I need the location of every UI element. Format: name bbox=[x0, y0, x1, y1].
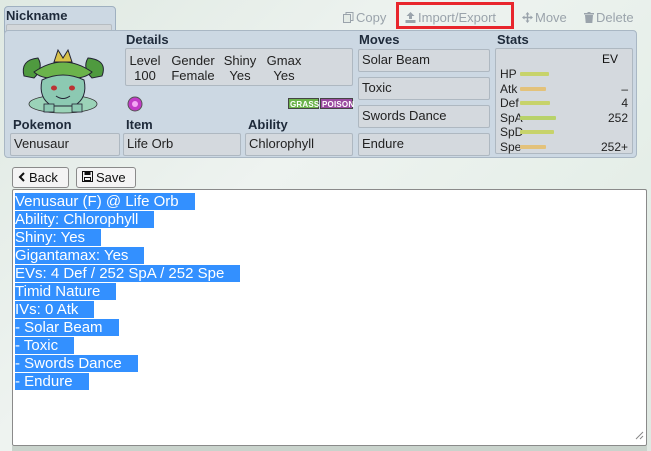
shiny-label: Shiny bbox=[223, 53, 257, 68]
gmax-label: Gmax bbox=[266, 53, 302, 68]
copy-label: Copy bbox=[356, 9, 387, 25]
export-text-line-content: Gigantamax: Yes bbox=[15, 247, 145, 264]
export-text-line-content: IVs: 0 Atk bbox=[15, 301, 95, 318]
stat-bar-1 bbox=[520, 86, 546, 91]
stat-ev-2: 4 bbox=[621, 96, 628, 110]
gender-value: Female bbox=[171, 68, 215, 83]
export-text-line: IVs: 0 Atk bbox=[15, 301, 644, 319]
back-button[interactable]: Back bbox=[12, 167, 69, 188]
save-label: Save bbox=[96, 170, 126, 185]
move-field-1[interactable]: Solar Beam bbox=[358, 49, 490, 72]
export-text-line: - Solar Beam bbox=[15, 319, 644, 337]
type-badge-poison: POISON bbox=[320, 98, 355, 109]
move-button[interactable]: Move bbox=[522, 8, 567, 26]
move-field-4[interactable]: Endure bbox=[358, 133, 490, 156]
export-text-line-content: Shiny: Yes bbox=[15, 229, 102, 246]
stat-ev-1: – bbox=[621, 81, 628, 96]
export-text-line: EVs: 4 Def / 252 SpA / 252 Spe bbox=[15, 265, 644, 283]
stat-ev-5: 252+ bbox=[600, 139, 628, 154]
save-button[interactable]: Save bbox=[76, 167, 136, 188]
copy-button[interactable]: Copy bbox=[343, 8, 386, 26]
highlight-box bbox=[396, 2, 514, 29]
item-field[interactable]: Life Orb bbox=[123, 133, 241, 156]
export-text-line: Venusaur (F) @ Life Orb bbox=[15, 193, 644, 211]
shiny-value: Yes bbox=[229, 68, 251, 83]
pokemon-field[interactable]: Venusaur bbox=[10, 133, 120, 156]
moves-header: Moves bbox=[359, 32, 400, 47]
copy-icon bbox=[343, 11, 354, 23]
trash-icon bbox=[584, 11, 594, 23]
export-text-line-content: Timid Nature bbox=[15, 283, 117, 300]
ability-header: Ability bbox=[248, 117, 288, 132]
export-text-line: Ability: Chlorophyll bbox=[15, 211, 644, 229]
bottom-strip bbox=[12, 446, 647, 451]
chevron-left-icon bbox=[18, 170, 26, 185]
type-badge-grass: GRASS bbox=[288, 98, 320, 109]
stat-label-1: Atk bbox=[500, 81, 518, 96]
pokemon-header: Pokemon bbox=[13, 117, 72, 132]
stat-bar-4 bbox=[520, 130, 554, 134]
export-textarea[interactable]: Venusaur (F) @ Life Orb Ability: Chloroph… bbox=[12, 189, 647, 446]
export-text-line: - Toxic bbox=[15, 337, 644, 355]
export-text-line: - Swords Dance bbox=[15, 355, 644, 373]
item-header: Item bbox=[126, 117, 153, 132]
stat-bar-0 bbox=[520, 72, 549, 76]
level-label: Level bbox=[129, 53, 161, 68]
stats-box[interactable]: EV HP Atk – Def 4 SpA 252 SpD Spe 252+ bbox=[495, 48, 633, 154]
delete-button[interactable]: Delete bbox=[584, 8, 634, 26]
details-header: Details bbox=[126, 32, 169, 47]
export-text-line: Shiny: Yes bbox=[15, 229, 644, 247]
export-text-line-content: - Swords Dance bbox=[15, 355, 138, 372]
save-icon bbox=[82, 170, 93, 185]
stat-bar-2 bbox=[520, 101, 550, 105]
delete-label: Delete bbox=[596, 9, 634, 25]
stats-header: Stats bbox=[497, 32, 529, 47]
nickname-label: Nickname bbox=[6, 8, 68, 23]
stat-bar-5 bbox=[520, 144, 546, 149]
move-label: Move bbox=[535, 9, 567, 25]
stat-label-5: Spe bbox=[500, 139, 522, 154]
ability-field[interactable]: Chlorophyll bbox=[245, 133, 353, 156]
export-text-line-content: Ability: Chlorophyll bbox=[15, 211, 155, 228]
gmax-column: Gmax Yes bbox=[264, 53, 304, 83]
pokemon-sprite[interactable] bbox=[14, 46, 112, 121]
stat-label-0: HP bbox=[500, 67, 517, 81]
export-text-line-content: Venusaur (F) @ Life Orb bbox=[15, 193, 195, 210]
move-field-3[interactable]: Swords Dance bbox=[358, 105, 490, 128]
resize-handle-icon[interactable] bbox=[635, 428, 644, 443]
export-text-line: Timid Nature bbox=[15, 283, 644, 301]
stat-ev-3: 252 bbox=[607, 110, 628, 125]
level-column: Level 100 bbox=[129, 53, 161, 83]
export-text-line-content: - Solar Beam bbox=[15, 319, 119, 336]
export-text-line-content: - Toxic bbox=[15, 337, 75, 354]
move-icon bbox=[522, 11, 533, 23]
stat-bar-3 bbox=[520, 115, 556, 120]
level-value: 100 bbox=[134, 68, 156, 83]
export-text-line-content: - Endure bbox=[15, 373, 89, 390]
ev-header: EV bbox=[602, 52, 619, 66]
stat-label-2: Def bbox=[500, 96, 519, 110]
export-text-line-content: EVs: 4 Def / 252 SpA / 252 Spe bbox=[15, 265, 241, 282]
export-text-line: Gigantamax: Yes bbox=[15, 247, 644, 265]
export-text-line: - Endure bbox=[15, 373, 644, 391]
move-field-2[interactable]: Toxic bbox=[358, 77, 490, 100]
item-icon bbox=[127, 96, 143, 115]
shiny-column: Shiny Yes bbox=[221, 53, 259, 83]
gmax-value: Yes bbox=[273, 68, 295, 83]
gender-column: Gender Female bbox=[169, 53, 217, 83]
gender-label: Gender bbox=[171, 53, 215, 68]
back-label: Back bbox=[29, 170, 58, 185]
